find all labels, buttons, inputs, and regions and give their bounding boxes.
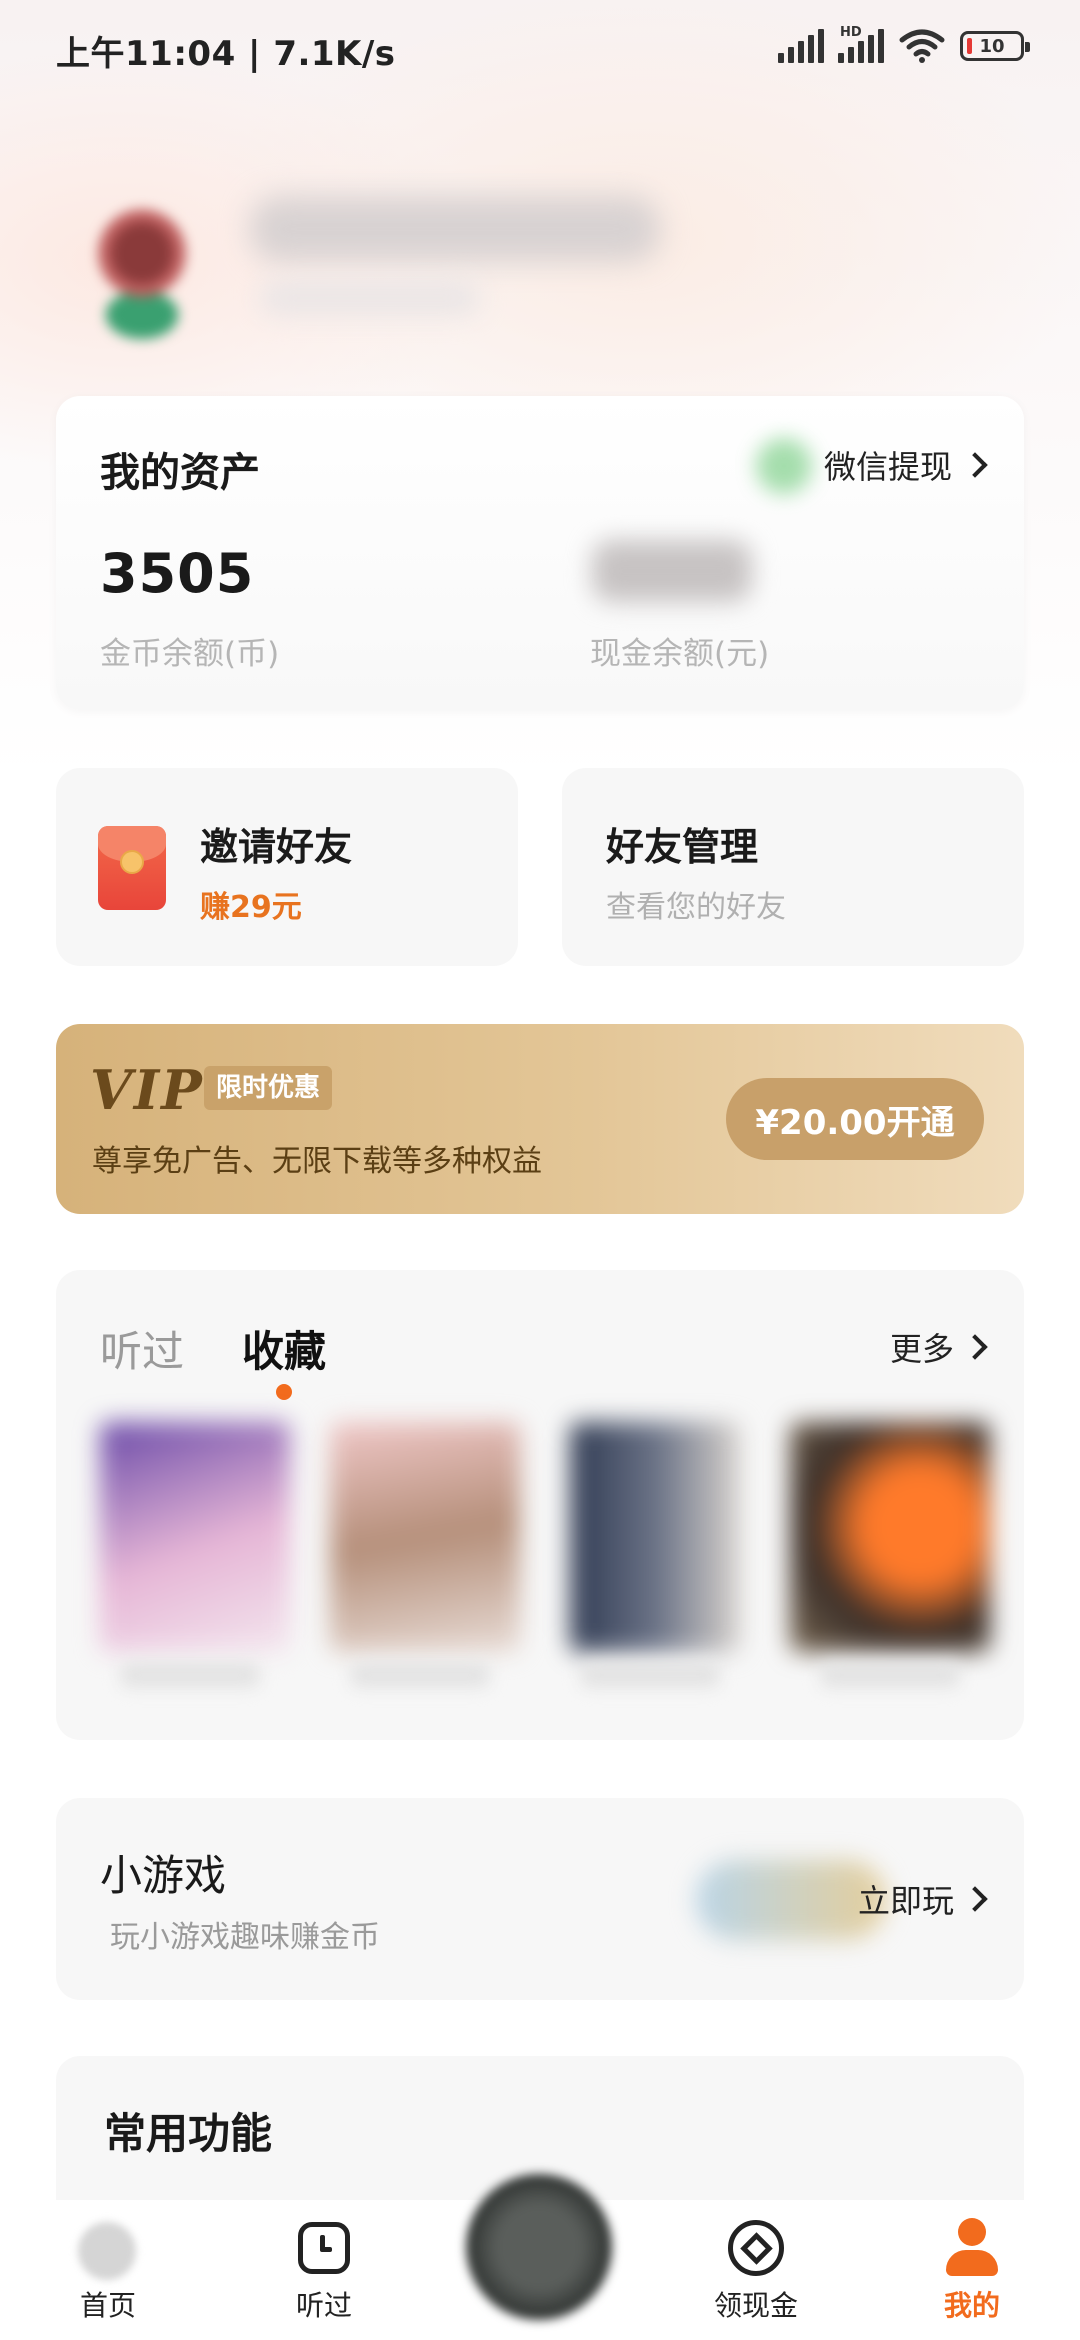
invite-title: 邀请好友	[200, 825, 353, 869]
status-time: 上午11:04 | 7.1K/s	[56, 34, 396, 74]
friends-subtitle: 查看您的好友	[606, 890, 786, 925]
friends-title: 好友管理	[606, 825, 759, 869]
vip-open-button[interactable]: ¥20.00开通	[726, 1078, 984, 1160]
wifi-icon	[899, 29, 945, 63]
play-now-link[interactable]: 立即玩	[857, 1876, 988, 1922]
more-label: 更多	[889, 1330, 954, 1368]
favorite-title-blurred	[820, 1662, 960, 1688]
friends-management-card[interactable]: 好友管理 查看您的好友	[562, 768, 1024, 966]
chevron-right-icon	[962, 1886, 988, 1912]
wechat-icon	[756, 438, 812, 494]
wechat-withdraw-label: 微信提现	[823, 448, 952, 486]
assets-title: 我的资产	[100, 450, 260, 496]
nav-home[interactable]: 首页	[28, 2200, 188, 2340]
nav-listened-label: 听过	[295, 2289, 352, 2322]
nav-home-label: 首页	[79, 2289, 136, 2322]
user-id-blurred	[260, 280, 480, 316]
vip-logo: VIP	[90, 1058, 204, 1122]
common-functions-title: 常用功能	[104, 2109, 273, 2158]
favorite-title-blurred	[120, 1662, 260, 1688]
active-tab-indicator	[276, 1384, 292, 1400]
cash-icon	[728, 2220, 784, 2276]
nav-listened[interactable]: 听过	[244, 2200, 404, 2340]
mini-games-card[interactable]: 小游戏 玩小游戏趣味赚金币 立即玩	[56, 1798, 1024, 2000]
favorite-cover[interactable]	[570, 1422, 740, 1652]
now-playing-disc[interactable]	[466, 2174, 612, 2320]
invite-friends-card[interactable]: 邀请好友 赚29元	[56, 768, 518, 966]
signal-icon	[778, 29, 824, 63]
assets-card: 我的资产 微信提现 3505 金币余额(币) 现金余额(元)	[56, 396, 1024, 710]
status-bar: 上午11:04 | 7.1K/s HD 10	[0, 0, 1080, 96]
hd-signal-icon: HD	[838, 25, 884, 63]
favorite-title-blurred	[350, 1662, 490, 1688]
games-title: 小游戏	[100, 1851, 227, 1900]
battery-icon: 10	[960, 31, 1030, 61]
favorite-cover[interactable]	[790, 1422, 990, 1652]
nickname-blurred[interactable]	[250, 196, 660, 262]
tab-listened[interactable]: 听过	[100, 1318, 184, 1379]
favorites-list	[100, 1422, 1000, 1692]
avatar[interactable]	[78, 200, 206, 340]
clock-icon	[298, 2222, 350, 2274]
play-now-label: 立即玩	[857, 1882, 954, 1920]
cash-balance-label: 现金余额(元)	[590, 636, 770, 672]
hd-label: HD	[840, 25, 862, 40]
chevron-right-icon	[962, 1334, 988, 1360]
nav-mine[interactable]: 我的	[892, 2200, 1052, 2340]
more-link[interactable]: 更多	[889, 1324, 988, 1370]
nav-get-cash[interactable]: 领现金	[676, 2200, 836, 2340]
status-icons: HD 10	[778, 25, 1030, 64]
vip-description: 尊享免广告、无限下载等多种权益	[92, 1144, 542, 1179]
favorite-title-blurred	[580, 1662, 720, 1688]
coin-balance-label: 金币余额(币)	[100, 636, 280, 672]
person-icon	[944, 2218, 1000, 2278]
favorite-cover[interactable]	[100, 1422, 290, 1652]
coin-balance-value[interactable]: 3505	[100, 542, 254, 605]
cash-balance-blurred[interactable]	[592, 540, 752, 602]
wechat-withdraw-link[interactable]: 微信提现	[823, 442, 988, 488]
red-envelope-icon	[98, 826, 166, 910]
vip-limited-offer-badge: 限时优惠	[204, 1066, 333, 1110]
favorite-cover[interactable]	[330, 1422, 520, 1652]
home-icon	[78, 2222, 136, 2280]
nav-mine-label: 我的	[943, 2289, 1000, 2322]
bottom-nav: 首页 听过 领现金 我的	[0, 2174, 1080, 2340]
chevron-right-icon	[962, 452, 988, 478]
vip-banner[interactable]: VIP 限时优惠 尊享免广告、无限下载等多种权益 ¥20.00开通	[56, 1024, 1024, 1214]
games-subtitle: 玩小游戏趣味赚金币	[110, 1920, 380, 1955]
history-favorites-card: 听过 收藏 更多	[56, 1270, 1024, 1740]
invite-reward: 赚29元	[200, 890, 302, 925]
nav-get-cash-label: 领现金	[713, 2289, 798, 2322]
battery-level: 10	[979, 35, 1005, 57]
tab-favorites[interactable]: 收藏	[242, 1318, 326, 1379]
